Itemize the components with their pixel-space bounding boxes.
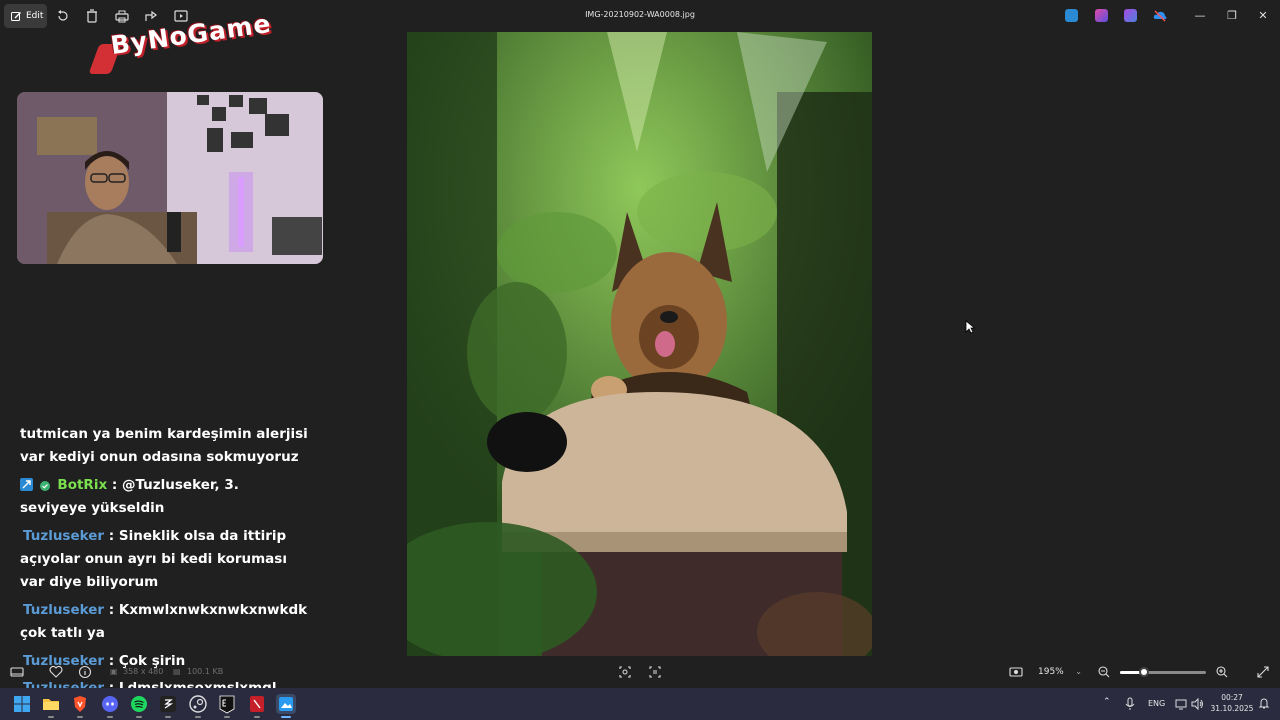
running-indicator bbox=[77, 716, 83, 718]
chat-username: Tuzluseker bbox=[23, 602, 105, 618]
input-language[interactable]: ENG bbox=[1148, 699, 1165, 708]
bot-badge-icon bbox=[20, 478, 33, 491]
designer-icon[interactable] bbox=[1124, 9, 1137, 22]
network-icon[interactable] bbox=[1174, 697, 1188, 711]
minimize-icon[interactable]: — bbox=[1190, 6, 1210, 26]
system-clock[interactable]: 00:27 31.10.2025 bbox=[1206, 692, 1258, 714]
verified-badge-icon bbox=[39, 481, 50, 491]
chat-text: : Çok şirin bbox=[108, 653, 186, 669]
chat-username: Tuzluseker bbox=[23, 653, 105, 669]
running-indicator bbox=[48, 716, 54, 718]
chat-text: tutmican ya benim kardeşimin alerjisi va… bbox=[20, 426, 308, 465]
running-indicator bbox=[165, 716, 171, 718]
edit-icon bbox=[11, 11, 21, 21]
chevron-down-icon: ⌄ bbox=[1075, 667, 1082, 676]
chat-text: : @Tuzluseker, 3. seviyeye yükseldin bbox=[20, 477, 239, 516]
photos-icon[interactable] bbox=[276, 694, 296, 714]
chat-username: BotRix bbox=[57, 477, 108, 493]
clock-date: 31.10.2025 bbox=[1210, 704, 1254, 713]
chat-message: Tuzluseker : Kxmwlxnwkxnwkxnwkdk çok tat… bbox=[20, 599, 310, 645]
maximize-icon[interactable]: ❐ bbox=[1222, 6, 1242, 26]
steam-icon[interactable] bbox=[188, 694, 208, 714]
streamer-logo: ByNoGame bbox=[88, 9, 273, 84]
text-scan-icon[interactable] bbox=[647, 664, 663, 680]
windows-taskbar: ⌃ ENG 00:27 31.10.2025 bbox=[0, 688, 1280, 720]
running-indicator bbox=[254, 716, 260, 718]
spotify-icon[interactable] bbox=[129, 694, 149, 714]
chat-username: Tuzluseker bbox=[23, 680, 105, 688]
zoom-slider[interactable] bbox=[1120, 667, 1206, 677]
mouse-cursor-icon bbox=[965, 320, 975, 334]
chat-message: Tuzluseker : Ldmslxmsoxmslxmql bbox=[20, 677, 310, 688]
copilot-icon[interactable] bbox=[1095, 9, 1108, 22]
visual-search-icon[interactable] bbox=[617, 664, 633, 680]
show-hidden-icons-chevron-icon[interactable]: ⌃ bbox=[1103, 697, 1111, 707]
webcam-image bbox=[17, 92, 323, 264]
zoom-level: 195% bbox=[1038, 667, 1064, 677]
obs-icon[interactable] bbox=[158, 694, 178, 714]
chat-message: BotRix : @Tuzluseker, 3. seviyeye yüksel… bbox=[20, 474, 310, 520]
running-indicator bbox=[195, 716, 201, 718]
epic-games-icon[interactable] bbox=[217, 694, 237, 714]
rotate-icon[interactable] bbox=[55, 8, 71, 24]
stream-chat: tutmican ya benim kardeşimin alerjisi va… bbox=[20, 423, 310, 678]
edit-label: Edit bbox=[26, 11, 44, 21]
window-title: IMG-20210902-WA0008.jpg bbox=[585, 10, 695, 19]
photo-viewer-image[interactable] bbox=[407, 32, 872, 656]
zoom-out-icon[interactable] bbox=[1096, 664, 1112, 680]
onedrive-icon[interactable] bbox=[1153, 9, 1167, 22]
notification-bell-icon[interactable] bbox=[1258, 696, 1270, 710]
chat-message-overflow: Tuzluseker : Çok şirin bbox=[20, 650, 310, 673]
running-indicator bbox=[224, 716, 230, 718]
chat-message: Tuzluseker : Sineklik olsa da ittirip aç… bbox=[20, 525, 310, 594]
clock-time: 00:27 bbox=[1221, 693, 1243, 702]
dog-photo bbox=[407, 32, 872, 656]
discord-icon[interactable] bbox=[100, 694, 120, 714]
logo-text: ByNoGame bbox=[108, 8, 274, 61]
running-indicator bbox=[136, 716, 142, 718]
app-red-icon[interactable] bbox=[247, 694, 267, 714]
microphone-icon[interactable] bbox=[1124, 697, 1136, 711]
file-explorer-icon[interactable] bbox=[41, 694, 61, 714]
edit-button[interactable]: Edit bbox=[4, 4, 47, 28]
webcam-feed bbox=[17, 92, 323, 264]
windows-start-icon[interactable] bbox=[12, 694, 32, 714]
fit-to-window-icon[interactable] bbox=[1008, 664, 1024, 680]
brave-browser-icon[interactable] bbox=[70, 694, 90, 714]
zoom-level-dropdown[interactable]: 195% ⌄ bbox=[1032, 662, 1088, 682]
active-indicator bbox=[281, 716, 291, 718]
chat-message: tutmican ya benim kardeşimin alerjisi va… bbox=[20, 423, 310, 469]
volume-icon[interactable] bbox=[1190, 697, 1204, 711]
fullscreen-icon[interactable] bbox=[1255, 664, 1271, 680]
close-icon[interactable]: ✕ bbox=[1253, 6, 1273, 26]
chat-text: : Ldmslxmsoxmslxmql bbox=[108, 680, 277, 688]
zoom-in-icon[interactable] bbox=[1214, 664, 1230, 680]
zoom-slider-thumb[interactable] bbox=[1139, 667, 1150, 677]
chat-username: Tuzluseker bbox=[23, 528, 105, 544]
clipchamp-icon[interactable] bbox=[1065, 9, 1078, 22]
running-indicator bbox=[107, 716, 113, 718]
